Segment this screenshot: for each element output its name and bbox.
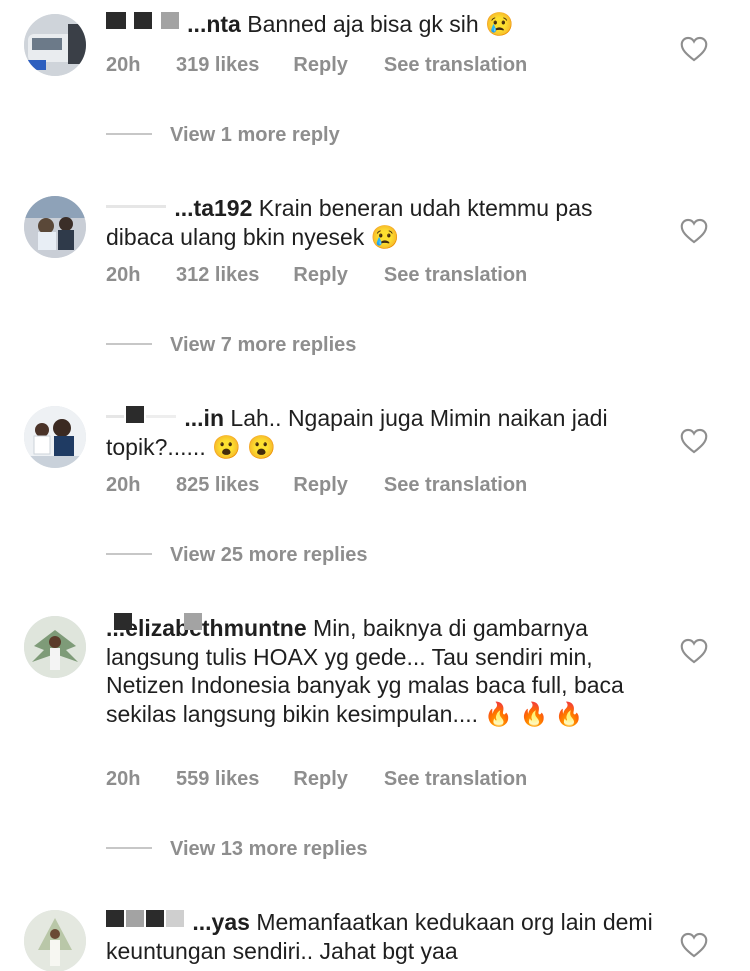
username[interactable]: ...nta: [106, 11, 241, 37]
heart-outline-icon[interactable]: [680, 932, 708, 958]
avatar[interactable]: [24, 910, 86, 971]
likes-count[interactable]: 319 likes: [176, 54, 259, 77]
divider-line: [106, 133, 152, 135]
heart-outline-icon[interactable]: [680, 428, 708, 454]
comments-feed: ...nta Banned aja bisa gk sih 😢 20h 319 l…: [0, 0, 750, 971]
comment-text: ...elizabethmuntne Min, baiknya di gamba…: [106, 613, 666, 728]
view-more-replies[interactable]: View 1 more reply: [106, 124, 340, 147]
comment-age: 20h: [106, 474, 141, 496]
avatar[interactable]: [24, 406, 86, 468]
reply-button[interactable]: Reply: [293, 474, 347, 497]
reply-button[interactable]: Reply: [293, 768, 347, 791]
divider-line: [106, 553, 152, 555]
heart-outline-icon[interactable]: [680, 36, 708, 62]
comment-meta: 20h 319 likes Reply See translation: [106, 54, 527, 77]
see-translation-link[interactable]: See translation: [384, 54, 527, 77]
comment-text: ...yas Memanfaatkan kedukaan org lain de…: [106, 908, 666, 965]
comment-meta: 20h 825 likes Reply See translation: [106, 474, 527, 497]
username[interactable]: ...elizabethmuntne: [106, 613, 307, 641]
view-more-replies[interactable]: View 7 more replies: [106, 334, 356, 357]
comment-text: ...ta192 Krain beneran udah ktemmu pas d…: [106, 194, 666, 251]
heart-outline-icon[interactable]: [680, 638, 708, 664]
see-translation-link[interactable]: See translation: [384, 264, 527, 287]
comment-meta: 20h 559 likes Reply See translation: [106, 768, 527, 791]
heart-outline-icon[interactable]: [680, 218, 708, 244]
comment-text: ...in Lah.. Ngapain juga Mimin naikan ja…: [106, 404, 666, 461]
divider-line: [106, 847, 152, 849]
reply-button[interactable]: Reply: [293, 264, 347, 287]
comment-content: Banned aja bisa gk sih 😢: [247, 11, 514, 37]
view-more-replies[interactable]: View 13 more replies: [106, 838, 368, 861]
likes-count[interactable]: 312 likes: [176, 264, 259, 287]
comment-age: 20h: [106, 54, 141, 76]
likes-count[interactable]: 825 likes: [176, 474, 259, 497]
see-translation-link[interactable]: See translation: [384, 768, 527, 791]
comment-meta: 20h 312 likes Reply See translation: [106, 264, 527, 287]
likes-count[interactable]: 559 likes: [176, 768, 259, 791]
avatar[interactable]: [24, 14, 86, 76]
divider-line: [106, 343, 152, 345]
see-translation-link[interactable]: See translation: [384, 474, 527, 497]
reply-button[interactable]: Reply: [293, 54, 347, 77]
username[interactable]: ...ta192: [106, 195, 252, 221]
comment-age: 20h: [106, 264, 141, 286]
avatar[interactable]: [24, 196, 86, 258]
comment-age: 20h: [106, 768, 141, 790]
comment-text: ...nta Banned aja bisa gk sih 😢: [106, 10, 666, 39]
view-more-replies[interactable]: View 25 more replies: [106, 544, 368, 567]
avatar[interactable]: [24, 616, 86, 678]
username[interactable]: ...in: [106, 405, 224, 431]
username[interactable]: ...yas: [106, 909, 250, 935]
